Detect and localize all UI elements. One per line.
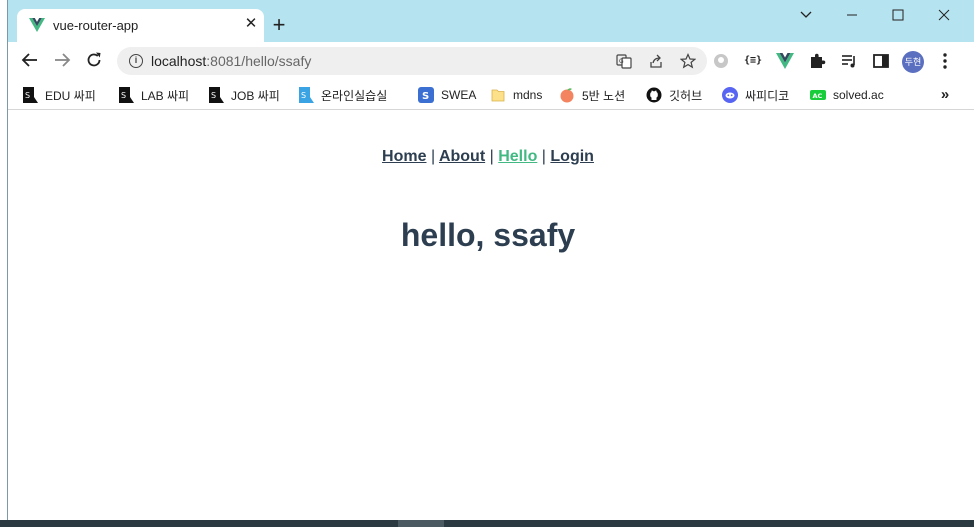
swea-icon: S [418, 87, 434, 103]
back-button[interactable] [20, 50, 44, 72]
url-path: :8081/hello/ssafy [206, 53, 312, 69]
github-icon [646, 87, 662, 103]
folder-icon [491, 89, 505, 102]
bookmark-swea[interactable]: S SWEA [418, 84, 476, 106]
bookmark-star-icon[interactable] [680, 53, 696, 69]
svg-text:S: S [211, 91, 216, 100]
translate-icon[interactable]: G [616, 53, 632, 69]
nav-separator: | [541, 148, 546, 165]
discord-icon [722, 87, 738, 103]
bookmark-online-lab[interactable]: S 온라인실습실 [298, 84, 387, 106]
bookmark-label: 깃허브 [669, 88, 703, 103]
tab-close-button[interactable]: ✕ [241, 14, 261, 34]
page-heading: hello, ssafy [400, 217, 576, 253]
minimize-button[interactable] [840, 6, 864, 24]
ssafy-icon: S [119, 87, 134, 103]
bookmark-label: EDU 싸피 [45, 88, 96, 103]
vue-devtools-extension-icon[interactable] [776, 52, 794, 70]
github-extension-icon[interactable] [712, 52, 730, 70]
bookmark-label: LAB 싸피 [141, 88, 190, 103]
ssafy-icon: S [23, 87, 38, 103]
bookmarks-bar: S EDU 싸피 S LAB 싸피 S JOB 싸피 S 온라인실습실 S SW… [8, 80, 974, 110]
page-content: Home | About | Hello | Login hello, ssaf… [8, 111, 974, 520]
taskbar-edge [0, 520, 974, 527]
peach-icon [560, 88, 574, 103]
nav-link-home[interactable]: Home [382, 148, 426, 165]
media-control-icon[interactable] [840, 52, 858, 70]
title-bar: vue-router-app ✕ + [8, 0, 974, 42]
profile-avatar[interactable]: 두현 [902, 51, 924, 73]
svg-text:S: S [25, 91, 30, 100]
extensions-puzzle-icon[interactable] [808, 52, 826, 70]
nav-separator: | [430, 148, 436, 165]
svg-text:S: S [422, 91, 429, 102]
bookmark-solved-ac[interactable]: AC solved.ac [810, 84, 884, 106]
nav-link-login[interactable]: Login [550, 148, 594, 165]
bookmark-label: 온라인실습실 [321, 88, 388, 103]
bookmark-label: mdns [513, 88, 543, 102]
bookmark-label: 5반 노션 [582, 88, 626, 103]
tab-search-chevron-icon[interactable] [794, 6, 818, 24]
browser-window: vue-router-app ✕ + i localhost:8081/hell… [7, 0, 974, 520]
json-viewer-extension-icon[interactable]: {≡} [744, 52, 762, 70]
vue-logo-icon [29, 18, 45, 32]
address-bar[interactable]: i localhost:8081/hello/ssafy G [117, 47, 707, 75]
url-host: localhost [151, 53, 207, 69]
site-info-icon[interactable]: i [129, 54, 143, 68]
bookmarks-overflow-button[interactable]: » [934, 84, 956, 106]
bookmark-github[interactable]: 깃허브 [646, 84, 702, 106]
router-nav: Home | About | Hello | Login [8, 148, 968, 166]
bookmark-label: SWEA [441, 88, 477, 102]
svg-text:G: G [619, 58, 624, 65]
tab-title: vue-router-app [53, 18, 139, 33]
bookmark-job-ssafy[interactable]: S JOB 싸피 [208, 84, 280, 106]
maximize-button[interactable] [886, 6, 910, 24]
bookmark-lab-ssafy[interactable]: S LAB 싸피 [118, 84, 189, 106]
svg-text:AC: AC [813, 92, 823, 100]
browser-toolbar: i localhost:8081/hello/ssafy G {≡} 두현 [8, 42, 974, 80]
ssafy-online-icon: S [299, 87, 314, 103]
url-text[interactable]: localhost:8081/hello/ssafy [151, 53, 311, 69]
bookmark-edu-ssafy[interactable]: S EDU 싸피 [22, 84, 96, 106]
forward-button[interactable] [52, 50, 76, 72]
bookmark-mdns-folder[interactable]: mdns [490, 84, 542, 106]
nav-link-about[interactable]: About [439, 148, 485, 165]
tab-vue-router-app[interactable]: vue-router-app ✕ [17, 9, 264, 42]
nav-link-hello[interactable]: Hello [498, 148, 537, 165]
solvedac-icon: AC [810, 90, 826, 100]
reload-button[interactable] [84, 50, 108, 72]
close-window-button[interactable] [932, 6, 956, 24]
share-icon[interactable] [648, 53, 664, 69]
ssafy-icon: S [209, 87, 224, 103]
svg-text:S: S [121, 91, 126, 100]
svg-text:S: S [301, 91, 306, 100]
bookmark-label: solved.ac [833, 88, 884, 102]
bookmark-notion-class5[interactable]: 5반 노션 [559, 84, 625, 106]
taskbar-segment [398, 520, 444, 527]
bookmark-ssafy-discord[interactable]: 싸피디코 [722, 84, 789, 106]
bookmark-label: 싸피디코 [745, 88, 790, 103]
new-tab-button[interactable]: + [268, 14, 290, 36]
more-menu-icon[interactable] [938, 51, 952, 71]
bookmark-label: JOB 싸피 [231, 88, 280, 103]
side-panel-icon[interactable] [872, 52, 890, 70]
nav-separator: | [489, 148, 494, 165]
